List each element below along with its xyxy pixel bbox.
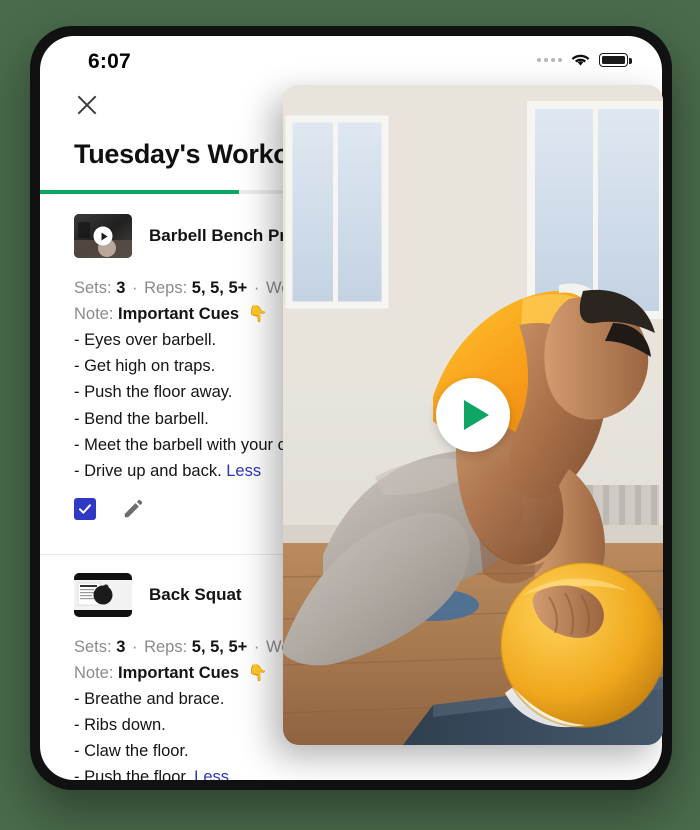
less-link[interactable]: Less (194, 768, 229, 780)
exercise-name: Back Squat (149, 584, 242, 604)
pointing-down-icon: 👇 (247, 306, 268, 324)
exercise-cue-text: - Push the floor. (74, 768, 190, 780)
checkbox-checked-icon[interactable] (74, 497, 96, 520)
note-value: Important Cues (118, 305, 240, 324)
battery-icon (599, 53, 632, 67)
note-value: Important Cues (118, 663, 240, 682)
sets-value: 3 (116, 637, 126, 656)
separator-dot: · (131, 637, 138, 656)
status-bar: 6:07 (40, 36, 662, 88)
status-bar-clock: 6:07 (88, 50, 131, 73)
reps-value: 5, 5, 5+ (191, 637, 248, 656)
reps-label: Reps: (144, 279, 188, 297)
pointing-down-icon: 👇 (247, 664, 268, 682)
video-thumbnail[interactable] (74, 572, 132, 617)
video-preview-panel[interactable] (283, 85, 663, 745)
screenshot-stage: 6:07 Tuesday's Workout Barbell Bench Pre… (0, 0, 700, 830)
play-button-icon[interactable] (436, 378, 510, 452)
video-thumbnail[interactable] (74, 214, 132, 258)
separator-dot: · (131, 279, 138, 297)
sets-value: 3 (116, 279, 126, 297)
note-label: Note: (74, 663, 114, 682)
reps-value: 5, 5, 5+ (191, 279, 248, 297)
less-link[interactable]: Less (226, 462, 261, 480)
sets-label: Sets: (74, 637, 112, 656)
sets-label: Sets: (74, 279, 112, 297)
separator-dot: · (253, 279, 260, 297)
close-icon[interactable] (74, 92, 100, 118)
note-label: Note: (74, 305, 114, 324)
reps-label: Reps: (144, 637, 188, 656)
wifi-icon (571, 53, 590, 67)
pencil-icon[interactable] (122, 498, 144, 520)
signal-dots-icon (537, 58, 562, 62)
thumbnail-play-icon (93, 226, 113, 246)
status-bar-indicators (537, 53, 632, 67)
exercise-cue-text: - Drive up and back. (74, 461, 222, 480)
thumbnail-play-icon (93, 585, 113, 605)
separator-dot: · (253, 637, 260, 656)
exercise-cue-last: - Push the floor. Less (74, 764, 628, 780)
